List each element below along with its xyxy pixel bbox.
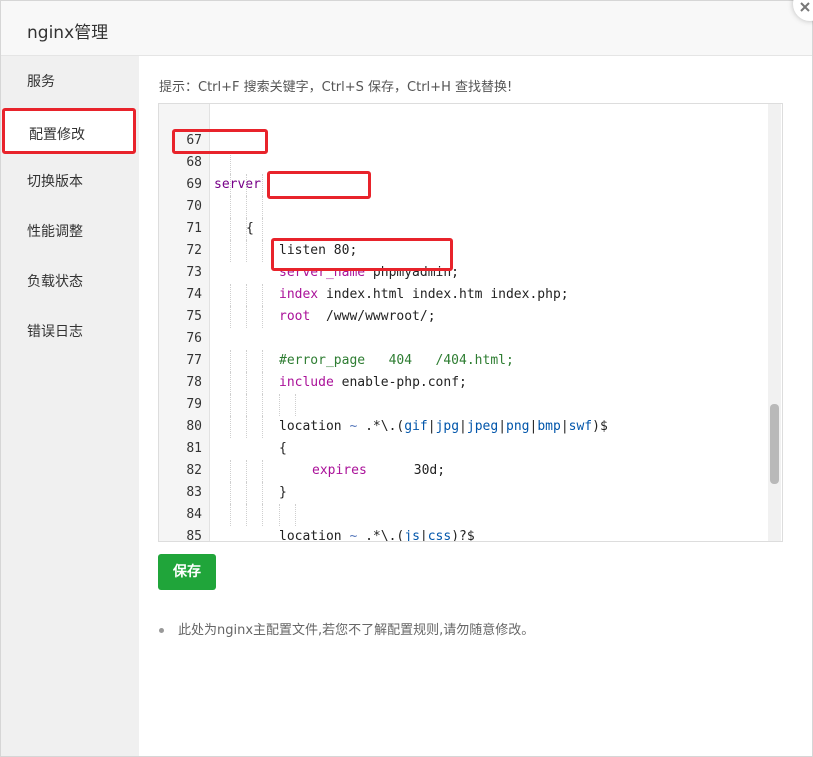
highlight-listen-box [267,171,371,199]
code-line: 74 [159,262,769,302]
close-icon [800,2,810,12]
code-line: 85 expires 12h; [159,504,769,541]
code-text: location ~ .*\.(js|css)?$ [279,529,475,542]
code-line: 71 server_name phpmyadmin; [159,196,769,280]
code-line: 79 { [159,372,769,456]
highlight-server-box [172,129,268,154]
editor-scrollbar[interactable] [768,104,781,541]
highlight-root-box [271,238,453,271]
sidebar-item-label: 服务 [27,74,55,90]
sidebar: 服务 配置修改 切换版本 性能调整 负载状态 错误日志 [1,56,139,756]
code-line: 81 } [159,416,769,500]
code-line: 83 location ~ .*\.(js|css)?$ [159,460,769,541]
sidebar-item-label: 负载状态 [27,274,83,290]
sidebar-item-version[interactable]: 切换版本 [1,156,139,204]
line-number: 85 [186,529,202,542]
code-line: 75 #error_page 404 /404.html; [159,284,769,368]
code-line: 82 [159,438,769,478]
nginx-dialog: nginx管理 服务 配置修改 切换版本 性能调整 负载状态 错误日志 提示：C… [0,0,813,757]
code-line: 78 location ~ .*\.(gif|jpg|jpeg|png|bmp|… [159,350,769,434]
code-line: 70 listen 80; [159,174,769,258]
code-line: 76 include enable-php.conf; [159,306,769,390]
code-line: 84 { [159,482,769,522]
save-button[interactable]: 保存 [158,554,216,590]
code-line: 73 root /www/wwwroot/; [159,240,769,324]
main-panel: 提示：Ctrl+F 搜索关键字，Ctrl+S 保存，Ctrl+H 查找替换! 6… [139,56,812,756]
config-note-text: 此处为nginx主配置文件,若您不了解配置规则,请勿随意修改。 [178,623,535,638]
sidebar-item-label: 性能调整 [27,224,83,240]
sidebar-item-service[interactable]: 服务 [1,56,139,104]
code-line: 67 [159,108,769,148]
sidebar-item-label: 错误日志 [27,324,83,340]
code-line: 77 [159,328,769,368]
code-line: 69 { [159,152,769,236]
sidebar-item-performance[interactable]: 性能调整 [1,206,139,254]
code-line: 72 index index.html index.htm index.php; [159,218,769,302]
sidebar-item-load-status[interactable]: 负载状态 [1,256,139,304]
sidebar-item-config[interactable]: 配置修改 [2,108,136,154]
config-note: 此处为nginx主配置文件,若您不了解配置规则,请勿随意修改。 [159,619,534,638]
code-editor[interactable]: 67 68 server 69 { 70 listen 80; 71 serve… [158,103,783,542]
shortcut-hint: 提示：Ctrl+F 搜索关键字，Ctrl+S 保存，Ctrl+H 查找替换! [159,80,513,95]
sidebar-item-label: 配置修改 [29,127,85,143]
sidebar-item-label: 切换版本 [27,174,83,190]
dialog-title: nginx管理 [27,23,109,43]
dialog-titlebar: nginx管理 [1,1,812,56]
code-line: 80 expires 30d; [159,394,769,478]
scrollbar-thumb[interactable] [770,404,779,484]
bullet-icon [159,628,164,633]
sidebar-item-error-log[interactable]: 错误日志 [1,306,139,354]
